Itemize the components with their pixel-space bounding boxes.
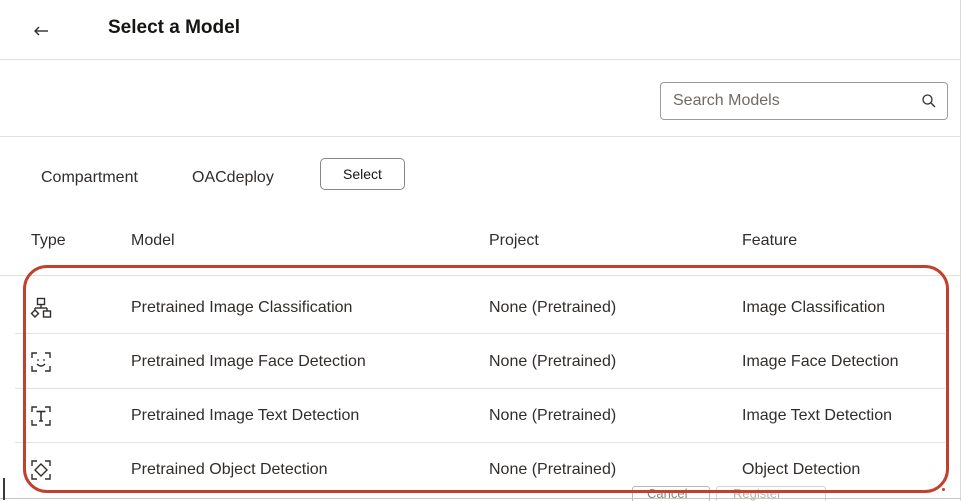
model-cell: Pretrained Image Classification: [131, 298, 353, 316]
search-box[interactable]: [660, 82, 948, 120]
project-cell: None (Pretrained): [489, 460, 617, 478]
type-cell: [30, 442, 60, 497]
face-detection-icon: [31, 351, 51, 372]
table-row[interactable]: Pretrained Image Text Detection None (Pr…: [0, 388, 961, 443]
compartment-label: Compartment: [41, 169, 138, 186]
model-cell: Pretrained Image Face Detection: [131, 352, 366, 370]
project-cell: None (Pretrained): [489, 352, 617, 370]
edge-marker: [3, 478, 5, 500]
feature-cell: Image Classification: [742, 298, 886, 316]
toolbar-divider: [0, 136, 961, 137]
back-button[interactable]: [24, 14, 58, 48]
select-model-dialog: Select a Model Compartment OACdeploy Sel…: [0, 0, 961, 501]
footer-divider: [0, 498, 961, 499]
table-row[interactable]: Pretrained Image Classification None (Pr…: [0, 280, 961, 335]
column-header-project: Project: [489, 232, 539, 249]
arrow-left-icon: [34, 26, 48, 36]
search-input[interactable]: [661, 83, 947, 119]
object-detection-icon: [31, 459, 51, 480]
project-cell: None (Pretrained): [489, 298, 617, 316]
dialog-title: Select a Model: [108, 17, 240, 38]
model-cell: Pretrained Image Text Detection: [131, 406, 360, 424]
feature-cell: Image Face Detection: [742, 352, 899, 370]
column-header-type: Type: [31, 232, 66, 249]
table-header-divider: [0, 275, 961, 276]
type-cell: [30, 334, 60, 389]
column-header-feature: Feature: [742, 232, 798, 249]
model-cell: Pretrained Object Detection: [131, 460, 328, 478]
header-divider: [0, 59, 961, 60]
select-compartment-button[interactable]: Select: [320, 158, 405, 190]
image-classification-icon: [30, 297, 52, 318]
text-detection-icon: [31, 405, 51, 426]
column-header-model: Model: [131, 232, 175, 249]
feature-cell: Image Text Detection: [742, 406, 893, 424]
annotation-dot: [942, 488, 945, 491]
type-cell: [30, 388, 60, 443]
compartment-value: OACdeploy: [192, 169, 274, 186]
project-cell: None (Pretrained): [489, 406, 617, 424]
search-icon[interactable]: [921, 93, 937, 109]
type-cell: [30, 280, 60, 335]
table-row[interactable]: Pretrained Image Face Detection None (Pr…: [0, 334, 961, 389]
